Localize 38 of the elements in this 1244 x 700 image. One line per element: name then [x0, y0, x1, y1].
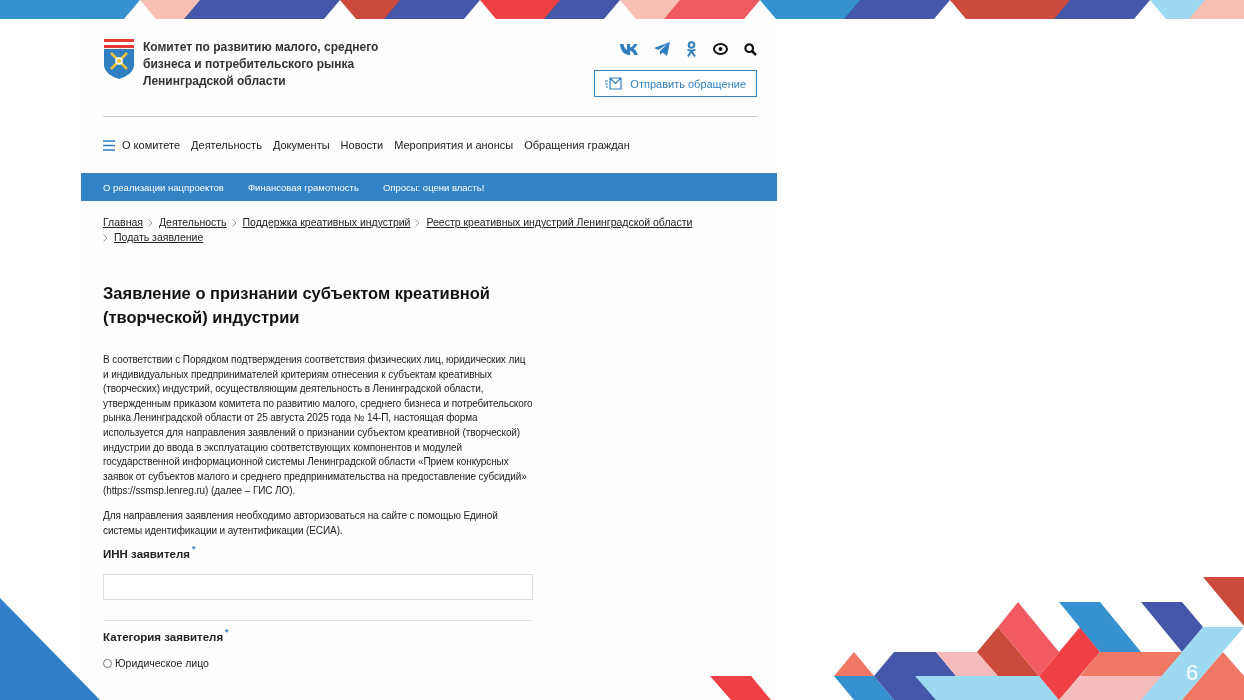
required-mark: *: [225, 627, 229, 638]
option-label[interactable]: Юридическое лицо: [115, 657, 209, 670]
send-appeal-button[interactable]: Отправить обращение: [594, 70, 757, 97]
chevron-icon: [415, 218, 421, 227]
page-title: Заявление о признании субъектом креативной (творческой) индустрии: [103, 283, 491, 328]
coat-of-arms-logo: [103, 39, 135, 79]
nav-link[interactable]: Мероприятия и анонсы: [394, 139, 514, 151]
social-link-icon[interactable]: [654, 42, 670, 56]
breadcrumb-link[interactable]: Деятельность: [158, 215, 227, 230]
eye-icon[interactable]: [713, 43, 728, 55]
breadcrumb-link[interactable]: Поддержка креативных индустрий: [242, 215, 411, 230]
nav-link[interactable]: Новости: [340, 139, 384, 151]
nav-link[interactable]: Опросы: оцени власть!: [382, 181, 485, 193]
input-field[interactable]: [103, 574, 533, 601]
nav-link[interactable]: О реализации нацпроектов: [103, 181, 224, 193]
breadcrumb-link[interactable]: Главная: [103, 215, 143, 230]
breadcrumb-link[interactable]: Реестр креативных индустрий Ленинградской области: [426, 215, 693, 230]
breadcrumb-link[interactable]: Подать заявление: [114, 230, 204, 245]
nav-link[interactable]: О комитете: [122, 139, 181, 151]
chevron-icon: [147, 218, 153, 227]
description-paragraph: В соответствии с Порядком подтверждения соответствия физических лиц, юридических лиц и индивидуальных предпринимателей критериям отнесения к субъектам креативных (творческих) индустрий, осуществляющим деятельность в Ленинградской области, утвержденным приказом комитета по развитию малого, среднего бизнеса и потребительского рынка Ленинградской области от 25 августа 2025 года № 14-П, настоящая форма используется для направления заявлений о признании субъектом креативной (творческой) индустрии до ввода в эксплуатацию соответствующих компонентов и модулей государственной информационной системы Ленинградской области «Прием конкурсных заявок от субъектов малого и среднего предпринимательства на предоставление субсидий» (https://ssmsp.lenreg.ru) (далее – ГИС ЛО).: [103, 353, 533, 499]
field-label: ИНН заявителя: [103, 548, 190, 561]
nav-link[interactable]: Деятельность: [191, 139, 262, 151]
organization-name: Комитет по развитию малого, среднего бизнеса и потребительского рынка Ленинградской области: [143, 39, 379, 90]
chevron-icon: [103, 233, 108, 242]
nav-link[interactable]: Обращения граждан: [524, 139, 630, 151]
menu-icon[interactable]: [103, 139, 115, 151]
search-icon[interactable]: [744, 42, 757, 56]
social-link-icon[interactable]: [620, 43, 638, 55]
envelope-icon: [605, 77, 623, 90]
description-paragraph: Для направления заявления необходимо авторизоваться на сайте с помощью Единой системы идентификации и аутентификации (ЕСИА).: [103, 508, 499, 538]
field-label: Категория заявителя: [103, 631, 224, 644]
nav-link[interactable]: Документы: [272, 139, 330, 151]
required-mark: *: [191, 544, 196, 555]
social-link-icon[interactable]: [686, 41, 697, 57]
chevron-icon: [231, 218, 237, 227]
nav-link[interactable]: Финансовая грамотность: [247, 181, 359, 193]
slide-number: 6: [1186, 660, 1199, 686]
